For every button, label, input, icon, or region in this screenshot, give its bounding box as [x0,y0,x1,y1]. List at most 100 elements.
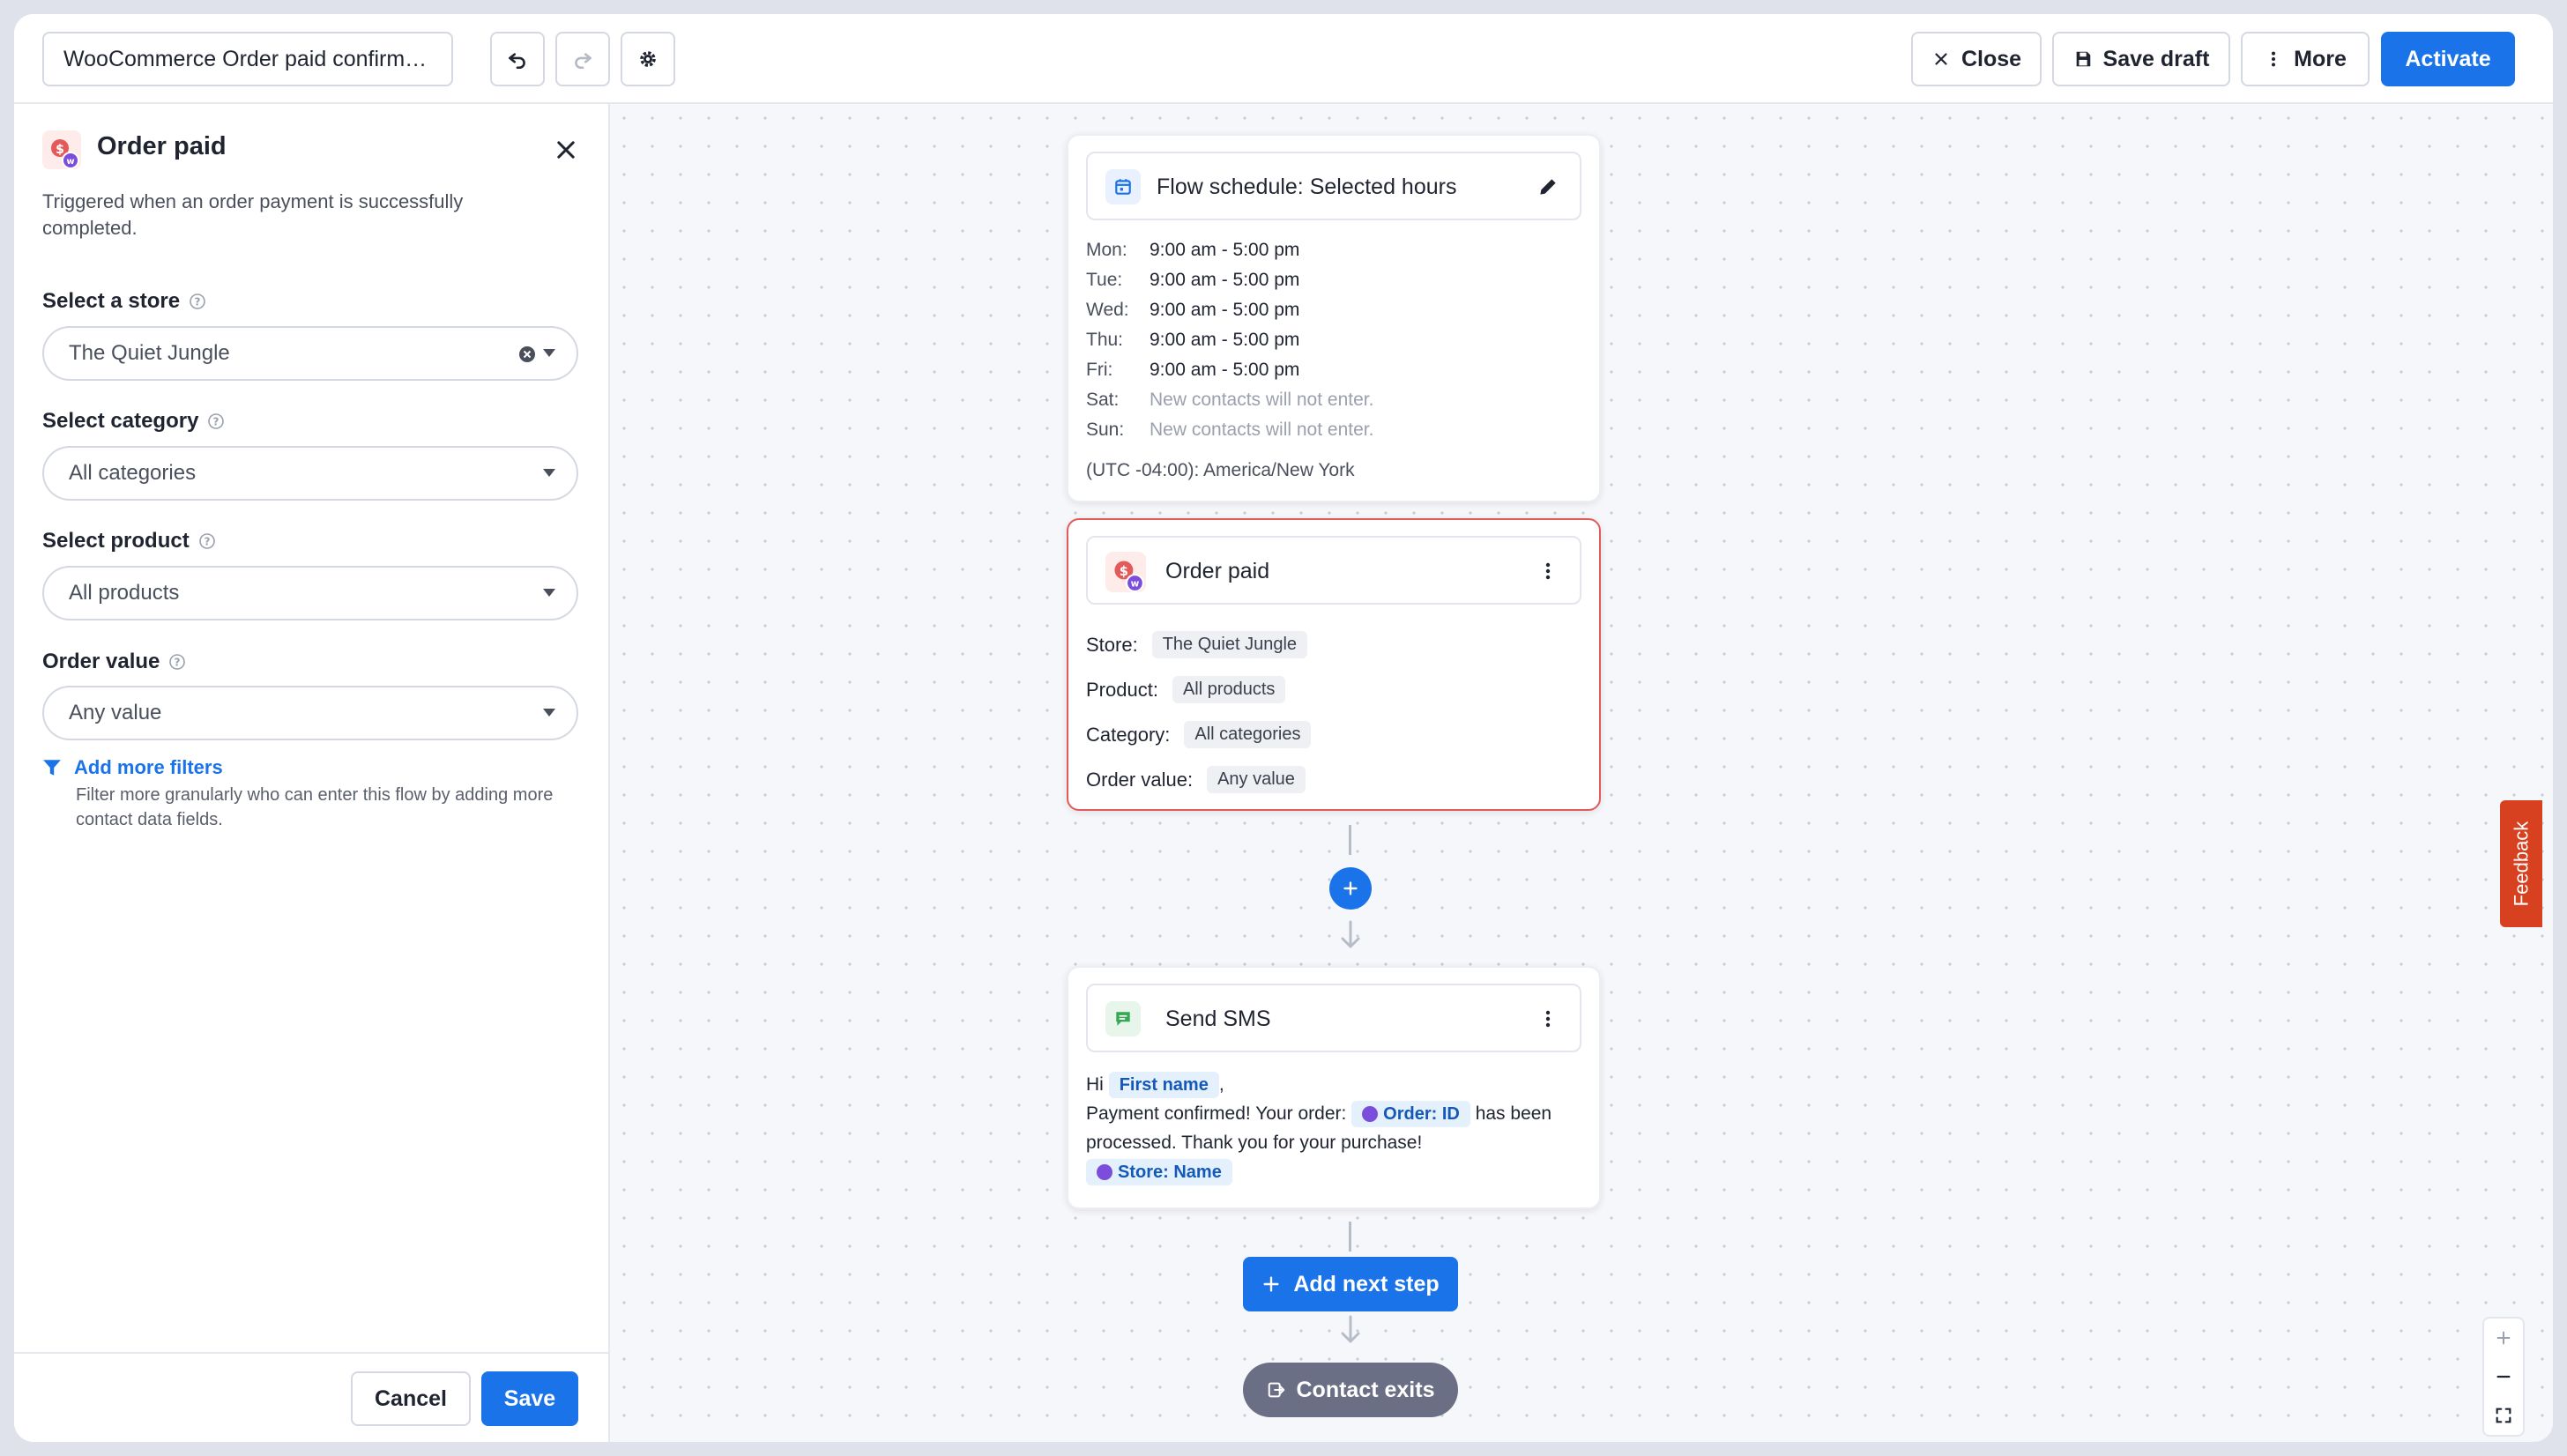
add-next-step-button[interactable]: Add next step [1243,1257,1458,1311]
zoom-out-button[interactable] [2484,1357,2523,1396]
clear-selection-icon[interactable] [518,345,536,363]
close-button[interactable]: Close [1911,32,2042,86]
cancel-label: Cancel [375,1385,447,1411]
feedback-tab[interactable]: Feedback [2500,800,2542,927]
more-button[interactable]: More [2241,32,2370,86]
cancel-button[interactable]: Cancel [351,1371,471,1426]
undo-icon [509,53,525,70]
save-draft-label: Save draft [2102,46,2210,71]
settings-button[interactable] [621,32,675,86]
order-value-field-label: Order value ? [42,650,186,674]
category-select[interactable]: All categories [42,446,578,501]
gear-icon [640,51,656,67]
zoom-in-button[interactable] [2484,1319,2523,1357]
order-paid-trigger-card[interactable]: $ w Order paid Store: The Quiet Jungle Pr… [1067,518,1601,811]
schedule-day: Sun: [1086,420,1125,440]
calendar-icon [1105,169,1141,204]
panel-close-button[interactable] [550,134,582,166]
order-id-tag-label: Order: ID [1383,1104,1460,1125]
add-more-filters-link[interactable]: Add more filters [42,756,223,779]
insert-step-button[interactable] [1329,867,1372,910]
flow-canvas[interactable]: Flow schedule: Selected hours Mon: 9:00 a… [610,104,2553,1442]
schedule-row: Fri: 9:00 am - 5:00 pm [1086,360,1299,381]
save-draft-button[interactable]: Save draft [2052,32,2230,86]
product-key: Product: [1086,678,1158,701]
plus-icon [2496,1331,2511,1345]
sms-card-menu-button[interactable] [1536,1007,1560,1031]
category-label-text: Select category [42,409,199,433]
panel-title: Order paid [97,132,227,160]
flow-connector [1349,825,1351,855]
help-icon[interactable]: ? [168,653,186,671]
help-icon[interactable]: ? [207,412,225,430]
save-button[interactable]: Save [481,1371,578,1426]
trigger-card-menu-button[interactable] [1536,559,1560,583]
schedule-hours: New contacts will not enter. [1150,390,1374,410]
schedule-hours: 9:00 am - 5:00 pm [1150,270,1300,290]
store-select[interactable]: The Quiet Jungle [42,326,578,381]
product-field-label: Select product ? [42,529,216,553]
schedule-hours: New contacts will not enter. [1150,420,1374,440]
schedule-hours: 9:00 am - 5:00 pm [1150,240,1300,260]
trigger-category-row: Category: All categories [1086,721,1312,748]
chevron-down-icon [543,349,555,357]
svg-text:?: ? [195,296,201,308]
fit-to-screen-button[interactable] [2484,1396,2523,1435]
add-next-step-label: Add next step [1293,1271,1440,1296]
help-icon[interactable]: ? [198,532,216,550]
close-icon [1935,53,1947,65]
flow-name-input[interactable]: WooCommerce Order paid confirma... [42,32,453,86]
order-value-select[interactable]: Any value [42,686,578,740]
edit-schedule-button[interactable] [1536,175,1560,199]
schedule-day: Thu: [1086,330,1124,350]
close-button-label: Close [1961,46,2022,71]
flow-connector [1349,1222,1351,1252]
sms-icon [1105,1001,1141,1036]
help-icon[interactable]: ? [189,293,206,310]
schedule-title: Flow schedule: Selected hours [1157,175,1457,199]
panel-footer: Cancel Save [14,1352,610,1442]
more-vertical-icon [1545,562,1551,580]
category-select-value: All categories [69,461,197,485]
category-chip: All categories [1184,721,1312,748]
woo-dot-icon [1362,1106,1379,1123]
chevron-down-icon [543,469,555,477]
category-field-label: Select category ? [42,409,225,434]
feedback-label: Feedback [2510,821,2532,907]
redo-icon [575,53,592,70]
schedule-row: Sun: New contacts will not enter. [1086,420,1373,441]
order-value-chip: Any value [1207,766,1306,793]
svg-text:$: $ [56,143,64,157]
save-icon [2076,51,2090,67]
schedule-day: Sat: [1086,390,1120,410]
more-vertical-icon [2272,51,2276,67]
sms-card-header: Send SMS [1086,984,1581,1052]
svg-text:w: w [1131,579,1140,590]
flow-schedule-card[interactable]: Flow schedule: Selected hours Mon: 9:00 a… [1067,134,1601,502]
chevron-down-icon [543,589,555,597]
chevron-down-icon [543,709,555,717]
more-vertical-icon [1545,1010,1551,1028]
sms-line2: Payment confirmed! Your order: [1086,1103,1347,1124]
product-select[interactable]: All products [42,566,578,620]
store-field-label: Select a store ? [42,289,206,314]
arrow-down-icon [1341,920,1360,948]
panel-description: Triggered when an order payment is succe… [42,190,464,239]
order-value-label-text: Order value [42,650,160,673]
minus-icon [2496,1375,2511,1378]
svg-text:w: w [66,157,74,167]
pencil-icon [1540,179,1556,195]
order-value-select-value: Any value [69,701,162,724]
activate-label: Activate [2405,46,2491,71]
svg-text:$: $ [1120,564,1128,579]
sms-line2-after: has been [1475,1103,1552,1124]
schedule-day: Fri: [1086,360,1113,380]
panel-header: $ w Order paid [42,125,582,175]
redo-button[interactable] [555,32,610,86]
activate-button[interactable]: Activate [2381,32,2515,86]
category-key: Category: [1086,723,1171,746]
undo-button[interactable] [490,32,545,86]
send-sms-card[interactable]: Send SMS Hi First name, Payment confirme… [1067,966,1601,1209]
arrow-down-icon [1341,1315,1360,1343]
contact-exits-node[interactable]: Contact exits [1243,1363,1458,1417]
